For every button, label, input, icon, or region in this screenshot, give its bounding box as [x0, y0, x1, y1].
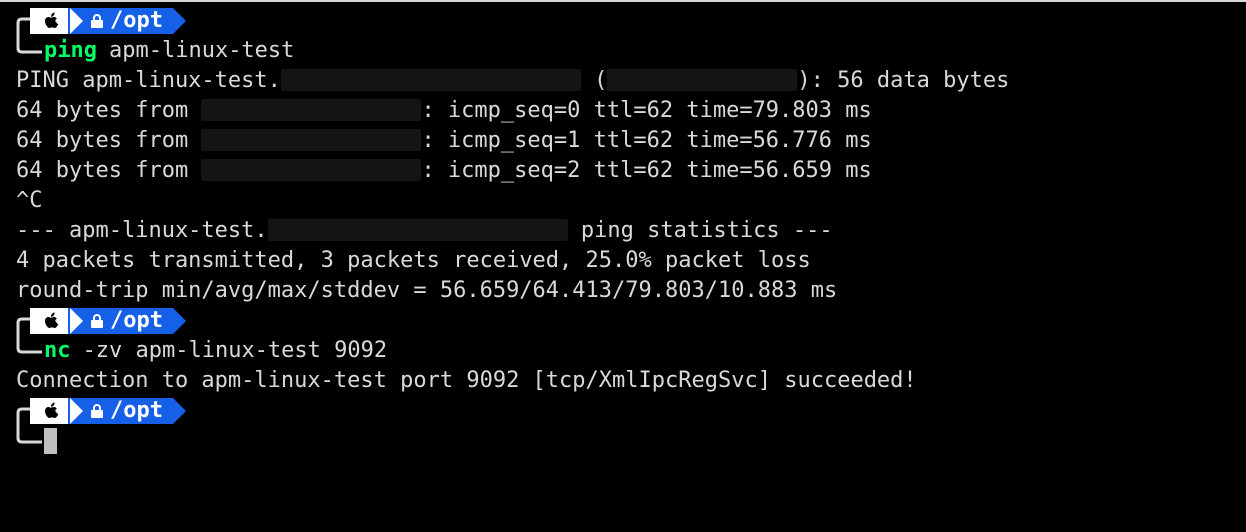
prompt-os-segment — [30, 308, 70, 334]
apple-icon — [44, 312, 60, 330]
lock-icon — [90, 403, 104, 419]
prompt-path: /opt — [110, 306, 163, 336]
prompt-path-segment: /opt — [68, 398, 173, 424]
prompt-path-segment: /opt — [68, 8, 173, 34]
prompt-corner-top — [8, 396, 30, 426]
lock-icon — [90, 13, 104, 29]
command-row: ping apm-linux-test — [8, 36, 1238, 66]
prompt-path: /opt — [110, 396, 163, 426]
output-line: 64 bytes from : icmp_seq=2 ttl=62 time=5… — [8, 156, 1238, 186]
output-line: round-trip min/avg/max/stddev = 56.659/6… — [8, 276, 1238, 306]
output-line: PING apm-linux-test. (): 56 data bytes — [8, 66, 1238, 96]
command-name: ping — [44, 36, 97, 66]
output-line: Connection to apm-linux-test port 9092 [… — [8, 366, 1238, 396]
prompt-corner-top — [8, 306, 30, 336]
prompt-corner-bottom — [8, 426, 44, 456]
terminal[interactable]: /opt ping apm-linux-test PING apm-linux-… — [0, 6, 1246, 456]
prompt-row: /opt — [8, 6, 1238, 36]
prompt-row: /opt — [8, 396, 1238, 426]
output-line: 4 packets transmitted, 3 packets receive… — [8, 246, 1238, 276]
output-line: --- apm-linux-test. ping statistics --- — [8, 216, 1238, 246]
command-input-row[interactable] — [8, 426, 1238, 456]
apple-icon — [44, 12, 60, 30]
text-cursor — [44, 428, 57, 454]
command-name: nc — [44, 336, 71, 366]
prompt-os-segment — [30, 398, 70, 424]
apple-icon — [44, 402, 60, 420]
output-line: 64 bytes from : icmp_seq=0 ttl=62 time=7… — [8, 96, 1238, 126]
prompt-corner-top — [8, 6, 30, 36]
prompt-corner-bottom — [8, 36, 44, 66]
lock-icon — [90, 313, 104, 329]
prompt-corner-bottom — [8, 336, 44, 366]
prompt-os-segment — [30, 8, 70, 34]
command-args: -zv apm-linux-test 9092 — [83, 336, 388, 366]
prompt-path: /opt — [110, 6, 163, 36]
output-line: ^C — [8, 186, 1238, 216]
command-args: apm-linux-test — [109, 36, 294, 66]
prompt-row: /opt — [8, 306, 1238, 336]
prompt-path-segment: /opt — [68, 308, 173, 334]
output-line: 64 bytes from : icmp_seq=1 ttl=62 time=5… — [8, 126, 1238, 156]
command-row: nc -zv apm-linux-test 9092 — [8, 336, 1238, 366]
